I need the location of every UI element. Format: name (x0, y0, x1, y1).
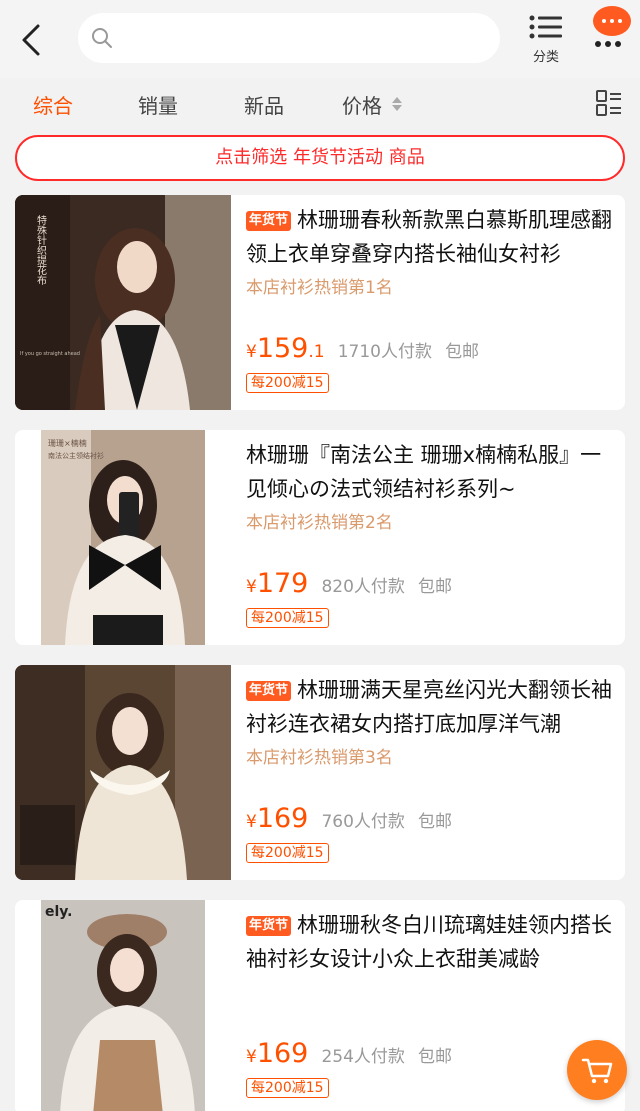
price-line: ¥179 820人付款 包邮 (246, 568, 616, 604)
promo-badge: 每200减15 (246, 608, 329, 628)
search-icon (92, 28, 112, 48)
promo-badge: 每200减15 (246, 1078, 329, 1098)
search-input[interactable] (124, 21, 484, 55)
product-info: 年货节 林珊珊春秋新款黑白慕斯肌理感翻领上衣单穿叠穿内搭长袖仙女衬衫 本店衬衫热销… (246, 203, 616, 403)
category-label: 分类 (532, 50, 559, 65)
cart-button[interactable] (567, 1040, 627, 1100)
product-image[interactable]: 珊珊×楠楠 南法公主领结衬衫 (15, 430, 231, 645)
currency: ¥ (246, 1047, 257, 1067)
product-image[interactable]: ely. (15, 900, 231, 1111)
shipping-label: 包邮 (445, 342, 480, 362)
price: 169 (256, 803, 309, 834)
tab-comprehensive[interactable]: 综合 (33, 90, 73, 119)
cart-icon (581, 1058, 613, 1084)
price: 159 (256, 333, 309, 364)
product-info: 林珊珊『南法公主 珊珊x楠楠私服』一见倾心の法式领结衬衫系列~ 本店衬衫热销第2… (246, 438, 616, 638)
sort-tabs: 综合 销量 新品 价格 (0, 80, 640, 130)
product-info: 年货节 林珊珊满天星亮丝闪光大翻领长袖衬衫连衣裙女内搭打底加厚洋气潮 本店衬衫热销… (246, 673, 616, 873)
currency: ¥ (246, 812, 257, 832)
product-card[interactable]: 特殊针织提花布 If you go straight ahead 年货节 林珊珊春… (15, 195, 625, 410)
currency: ¥ (246, 577, 257, 597)
price-cents: .1 (308, 342, 325, 362)
product-title[interactable]: 年货节 林珊珊春秋新款黑白慕斯肌理感翻领上衣单穿叠穿内搭长袖仙女衬衫 (246, 203, 616, 271)
product-card[interactable]: 年货节 林珊珊满天星亮丝闪光大翻领长袖衬衫连衣裙女内搭打底加厚洋气潮 本店衬衫热销… (15, 665, 625, 880)
more-icon[interactable] (586, 3, 632, 49)
image-caption: If you go straight ahead (20, 351, 80, 357)
rank-label: 本店衬衫热销第3名 (246, 748, 393, 768)
tab-price[interactable]: 价格 (342, 90, 382, 119)
search-bar[interactable] (78, 13, 500, 63)
back-icon[interactable] (14, 20, 50, 60)
promo-badge: 每200减15 (246, 373, 329, 393)
shipping-label: 包邮 (418, 577, 453, 597)
rank-label: 本店衬衫热销第1名 (246, 278, 393, 298)
product-title[interactable]: 林珊珊『南法公主 珊珊x楠楠私服』一见倾心の法式领结衬衫系列~ (246, 438, 616, 506)
currency: ¥ (246, 342, 257, 362)
shipping-label: 包邮 (418, 812, 453, 832)
product-title[interactable]: 年货节 林珊珊满天星亮丝闪光大翻领长袖衬衫连衣裙女内搭打底加厚洋气潮 (246, 673, 616, 741)
product-title[interactable]: 年货节 林珊珊秋冬白川琉璃娃娃领内搭长袖衬衫女设计小众上衣甜美减龄 (246, 908, 616, 976)
sort-arrows-icon (392, 97, 402, 111)
category-button[interactable]: 分类 (522, 14, 570, 66)
sold-count: 760人付款 (321, 812, 405, 832)
festival-tag: 年货节 (246, 916, 292, 936)
product-info: 年货节 林珊珊秋冬白川琉璃娃娃领内搭长袖衬衫女设计小众上衣甜美减龄 ¥169 25… (246, 908, 616, 1108)
image-text: ely. (45, 904, 72, 920)
festival-tag: 年货节 (246, 681, 292, 701)
list-icon (529, 15, 562, 39)
tab-sales[interactable]: 销量 (138, 90, 178, 119)
image-text: 南法公主领结衬衫 (48, 451, 104, 460)
price-line: ¥159.1 1710人付款 包邮 (246, 333, 616, 369)
layout-toggle-icon[interactable] (596, 90, 622, 116)
promo-badge: 每200减15 (246, 843, 329, 863)
image-text: 珊珊×楠楠 (48, 438, 87, 448)
image-text: 特殊针织提花布 (35, 215, 47, 286)
tab-new[interactable]: 新品 (244, 90, 284, 119)
price: 169 (256, 1038, 309, 1069)
sold-count: 254人付款 (321, 1047, 405, 1067)
rank-label: 本店衬衫热销第2名 (246, 513, 393, 533)
price-line: ¥169 254人付款 包邮 (246, 1038, 616, 1074)
shipping-label: 包邮 (418, 1047, 453, 1067)
product-card[interactable]: 珊珊×楠楠 南法公主领结衬衫 林珊珊『南法公主 珊珊x楠楠私服』一见倾心の法式领… (15, 430, 625, 645)
festival-tag: 年货节 (246, 211, 292, 231)
product-image[interactable] (15, 665, 231, 880)
filter-banner[interactable]: 点击筛选 年货节活动 商品 (15, 135, 625, 181)
sold-count: 820人付款 (321, 577, 405, 597)
product-image[interactable]: 特殊针织提花布 If you go straight ahead (15, 195, 231, 410)
price: 179 (256, 568, 309, 599)
top-bar: 分类 (0, 0, 640, 78)
product-card[interactable]: ely. 年货节 林珊珊秋冬白川琉璃娃娃领内搭长袖衬衫女设计小众上衣甜美减龄 ¥1… (15, 900, 625, 1111)
price-line: ¥169 760人付款 包邮 (246, 803, 616, 839)
sold-count: 1710人付款 (337, 342, 432, 362)
